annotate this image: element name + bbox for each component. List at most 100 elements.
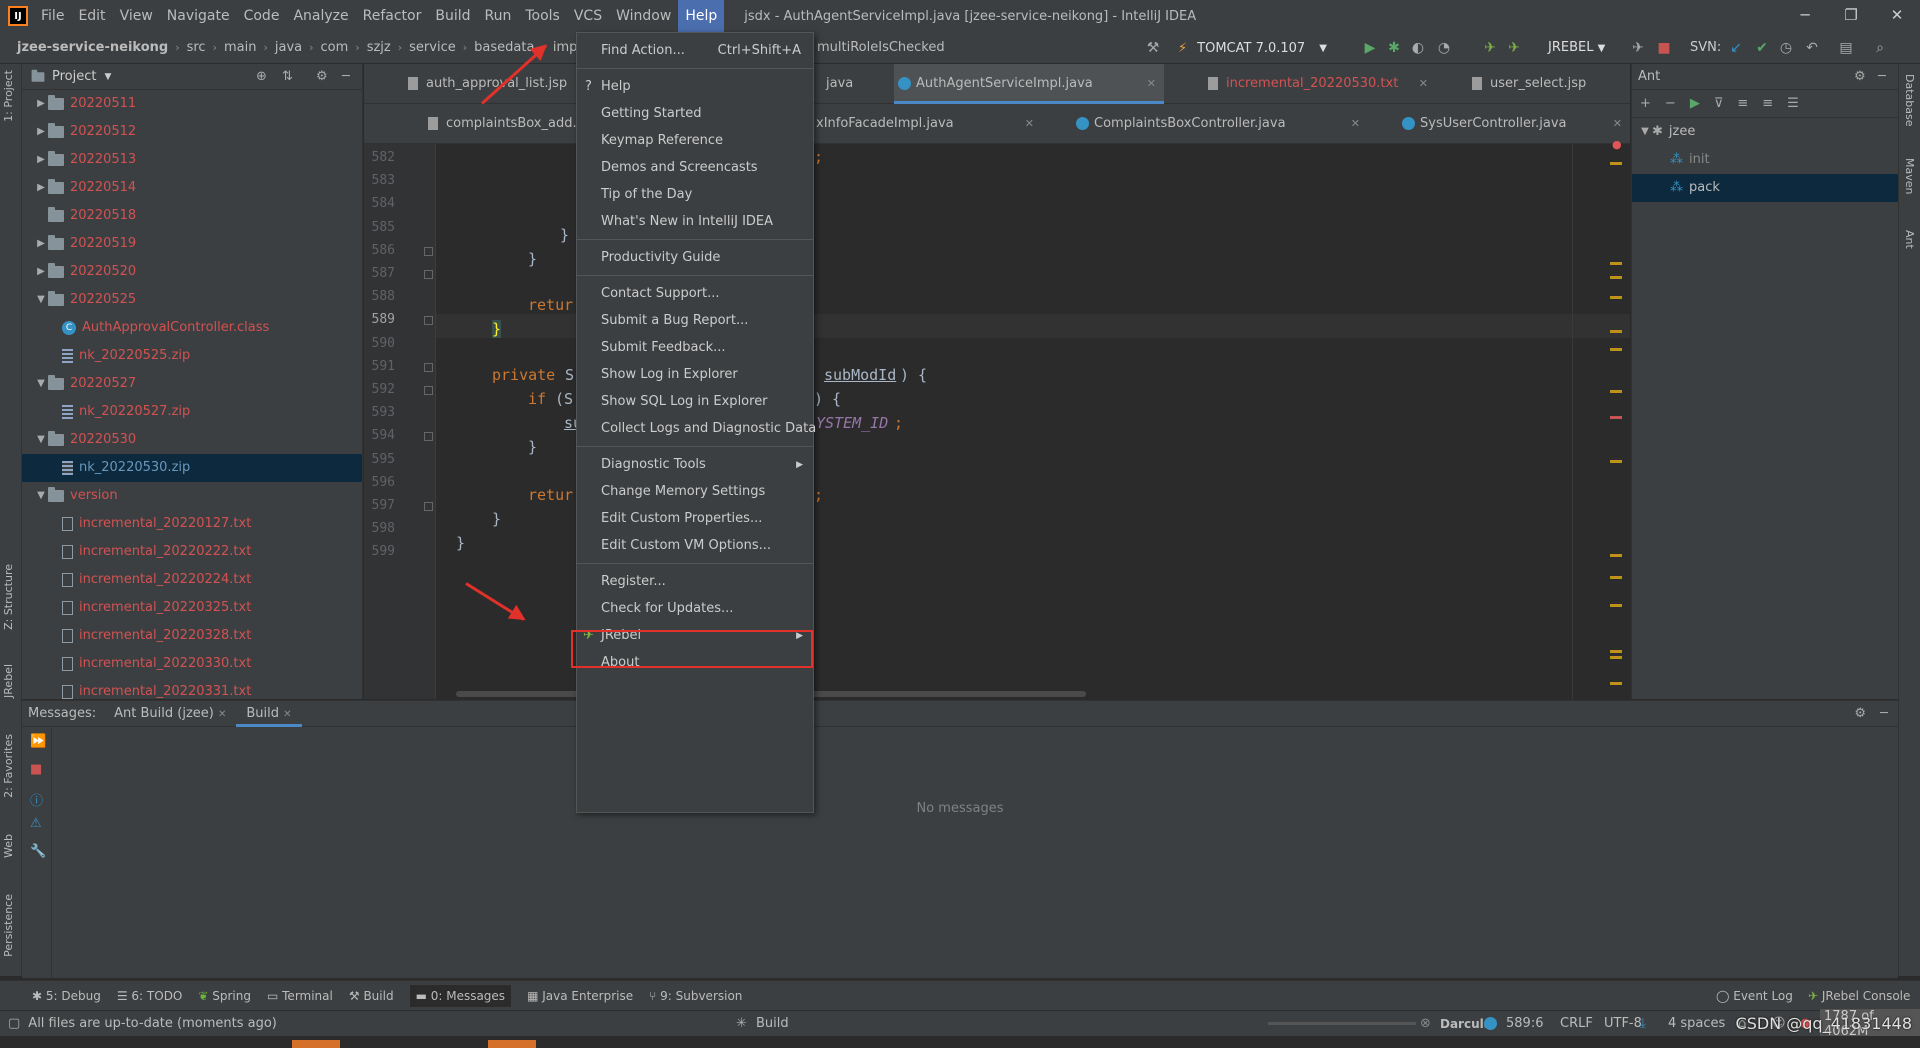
tree-item[interactable]: nk_20220527.zip (22, 398, 362, 426)
persistence-tool-button[interactable]: Persistence (2, 894, 15, 957)
gear-icon[interactable]: ⚙ (1854, 706, 1866, 721)
build-tool-button[interactable]: ⚒ Build (349, 989, 394, 1003)
expand-arrow-icon[interactable]: ▶ (34, 230, 48, 258)
tab-user-select[interactable]: user_select.jsp (1468, 64, 1630, 104)
zoom-slider[interactable] (1268, 1022, 1416, 1025)
tree-item[interactable]: ▶ 20220514 (22, 174, 362, 202)
help-menu-item[interactable]: Getting Started (577, 100, 813, 128)
help-menu-item[interactable]: Edit Custom VM Options... (577, 532, 813, 560)
jrebel-console-button[interactable]: ✈ JRebel Console (1808, 989, 1910, 1003)
menu-file[interactable]: File (34, 0, 71, 32)
project-panel-title[interactable]: Project (52, 69, 96, 84)
help-menu-item[interactable]: Register... (577, 568, 813, 596)
tab-sys-user-controller[interactable]: SysUserController.java ✕ (1398, 104, 1630, 144)
ant-tree-item-jzee[interactable]: ▼ ✱ jzee (1632, 118, 1898, 146)
help-menu-item[interactable]: Show Log in Explorer (577, 361, 813, 389)
locate-icon[interactable]: ⊕ (256, 69, 267, 84)
breadcrumb-item[interactable]: src (184, 40, 209, 55)
settings-icon[interactable]: ☰ (1787, 96, 1799, 111)
run-icon[interactable]: ▶ (1690, 96, 1700, 111)
breadcrumb-item[interactable]: basedata (471, 40, 537, 55)
fold-marker-icon[interactable] (424, 362, 433, 372)
error-icon[interactable]: ● (1612, 138, 1622, 151)
web-tool-button[interactable]: Web (2, 834, 15, 858)
menu-help[interactable]: Help (678, 0, 725, 32)
help-menu-item[interactable]: Contact Support... (577, 280, 813, 308)
collapse-all-icon[interactable]: ⇅ (282, 69, 293, 84)
fold-marker-icon[interactable] (424, 246, 433, 256)
tree-item[interactable]: ▼ 20220530 (22, 426, 362, 454)
error-stripe-mark[interactable] (1610, 682, 1622, 685)
stop-icon[interactable]: ■ (1654, 38, 1674, 58)
help-menu-item[interactable]: Tip of the Day (577, 181, 813, 209)
tab-info-facade-impl[interactable]: xInfoFacadeImpl.java ✕ (794, 104, 1042, 144)
expand-arrow-icon[interactable]: ▼ (1638, 118, 1652, 146)
spring-tool-button[interactable]: ❦ Spring (198, 989, 251, 1003)
tree-item[interactable]: incremental_20220330.txt (22, 650, 362, 678)
help-menu-item[interactable]: Submit a Bug Report... (577, 307, 813, 335)
line-separator[interactable]: CRLF (1560, 1016, 1593, 1031)
breadcrumb-item[interactable]: java (272, 40, 305, 55)
add-icon[interactable]: + (1640, 96, 1651, 111)
ant-tool-button[interactable]: Ant (1903, 230, 1916, 249)
tree-item[interactable]: incremental_20220222.txt (22, 538, 362, 566)
expand-arrow-icon[interactable]: ▶ (34, 174, 48, 202)
error-stripe-mark[interactable] (1610, 276, 1622, 279)
terminal-tool-button[interactable]: ▭ Terminal (267, 989, 333, 1003)
stop-icon[interactable]: ■ (30, 762, 42, 777)
error-stripe-mark[interactable] (1610, 390, 1622, 393)
event-log-button[interactable]: ◯ Event Log (1716, 989, 1793, 1003)
error-stripe-mark[interactable] (1610, 262, 1622, 265)
error-stripe-mark[interactable] (1610, 296, 1622, 299)
tree-item[interactable]: incremental_20220325.txt (22, 594, 362, 622)
error-stripe-mark[interactable] (1610, 656, 1622, 659)
restore-button[interactable]: ❐ (1828, 0, 1874, 32)
error-stripe-mark[interactable] (1610, 576, 1622, 579)
tab-build[interactable]: Build ✕ (236, 701, 302, 727)
expand-arrow-icon[interactable]: ▼ (34, 482, 48, 510)
help-menu-item[interactable]: Productivity Guide (577, 244, 813, 272)
ant-target-pack[interactable]: ⁂ pack (1632, 174, 1898, 202)
gear-icon[interactable]: ⚙ (316, 69, 328, 84)
tree-item[interactable]: ▼ 20220527 (22, 370, 362, 398)
menu-refactor[interactable]: Refactor (356, 0, 429, 32)
tab-complaints-box-add[interactable]: complaintsBox_add.jsp (424, 104, 595, 144)
revert-icon[interactable]: ↶ (1802, 38, 1822, 58)
filter-icon[interactable]: ⊽ (1714, 96, 1724, 111)
error-stripe-mark[interactable] (1610, 416, 1622, 419)
menu-navigate[interactable]: Navigate (160, 0, 237, 32)
help-menu-item[interactable]: Keymap Reference (577, 127, 813, 155)
project-structure-icon[interactable]: ▤ (1836, 38, 1856, 58)
tree-item[interactable]: incremental_20220224.txt (22, 566, 362, 594)
remove-icon[interactable]: − (1665, 96, 1676, 111)
tree-item[interactable]: ▼ 20220525 (22, 286, 362, 314)
fold-marker-icon[interactable] (424, 432, 433, 442)
menu-tools[interactable]: Tools (518, 0, 567, 32)
gear-icon[interactable]: ⚙ (1854, 64, 1866, 90)
hide-panel-icon[interactable]: ─ (342, 69, 350, 84)
java-enterprise-tool-button[interactable]: ▦ Java Enterprise (527, 989, 633, 1003)
menu-run[interactable]: Run (478, 0, 519, 32)
run-icon[interactable]: ▶ (1360, 38, 1380, 58)
expand-all-icon[interactable]: ≡ (1737, 96, 1748, 111)
error-stripe-mark[interactable] (1610, 348, 1622, 351)
jrebel-debug-icon[interactable]: ✈ (1504, 38, 1524, 58)
close-tab-icon[interactable]: ✕ (1351, 104, 1360, 144)
favorites-tool-button[interactable]: 2: Favorites (2, 734, 15, 798)
subversion-tool-button[interactable]: ⑂ 9: Subversion (649, 989, 742, 1003)
breadcrumb-item[interactable]: jzee-service-neikong (14, 40, 171, 55)
wrench-icon[interactable]: 🔧 (30, 844, 46, 859)
help-menu-item[interactable]: Diagnostic Tools ▶ (577, 451, 813, 479)
menu-window[interactable]: Window (609, 0, 678, 32)
tab-incremental-20220530[interactable]: incremental_20220530.txt ✕ (1204, 64, 1436, 104)
menu-code[interactable]: Code (237, 0, 287, 32)
tree-item[interactable]: ▶ 20220519 (22, 230, 362, 258)
tree-item[interactable]: ▶ 20220511 (22, 90, 362, 118)
error-stripe-mark[interactable] (1610, 460, 1622, 463)
run-config-select[interactable]: ⚡ TOMCAT 7.0.107 ▼ (1172, 36, 1333, 60)
history-icon[interactable]: ◷ (1776, 38, 1796, 58)
warning-filter-icon[interactable]: ⚠ (30, 816, 42, 831)
expand-arrow-icon[interactable]: ▶ (34, 118, 48, 146)
expand-arrow-icon[interactable]: ▶ (34, 90, 48, 118)
tree-item[interactable]: ▶ 20220513 (22, 146, 362, 174)
